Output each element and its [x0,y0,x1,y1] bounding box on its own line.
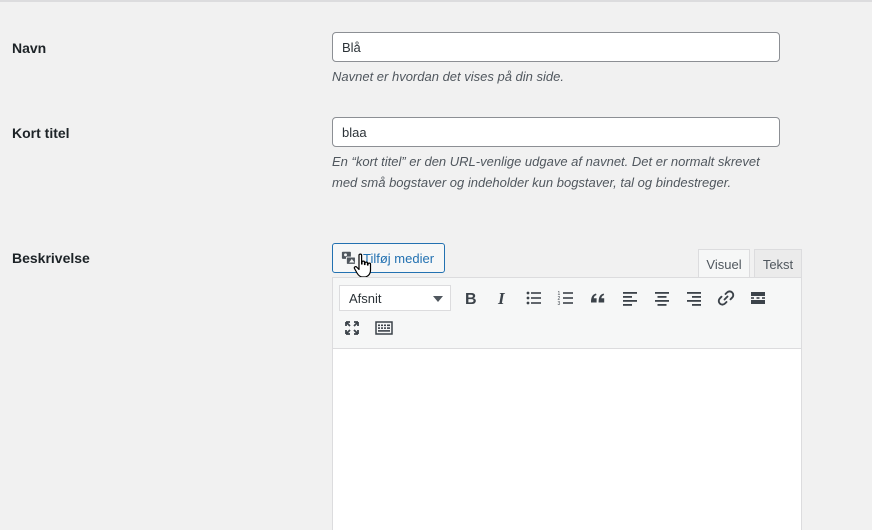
tab-text[interactable]: Tekst [754,249,802,278]
italic-icon: I [497,289,506,307]
fullscreen-icon [345,321,359,335]
blockquote-button[interactable] [585,285,611,311]
align-left-icon [623,292,637,306]
align-left-button[interactable] [617,285,643,311]
svg-text:B: B [465,291,477,307]
top-divider [0,0,872,2]
align-right-button[interactable] [681,285,707,311]
numbered-list-icon: 1 2 3 [558,291,573,307]
svg-text:3: 3 [558,301,561,307]
format-select[interactable]: Afsnit [339,285,451,311]
slug-input[interactable] [332,117,780,147]
add-media-button[interactable]: Tilføj medier [332,243,445,273]
insert-link-button[interactable] [713,285,739,311]
bulleted-list-icon [526,291,541,305]
italic-button[interactable]: I [489,285,515,311]
toolbar-toggle-icon [375,321,393,335]
fullscreen-button[interactable] [339,315,365,341]
svg-text:I: I [497,289,506,307]
numbered-list-button[interactable]: 1 2 3 [553,285,579,311]
bold-icon: B [465,291,477,307]
toolbar-toggle-button[interactable] [371,315,397,341]
read-more-button[interactable] [745,285,771,311]
hand-cursor-icon [353,253,375,279]
blockquote-icon [591,293,605,303]
bulleted-list-button[interactable] [521,285,547,311]
read-more-icon [751,292,765,304]
chevron-down-icon [433,296,443,302]
description-label: Beskrivelse [12,250,90,266]
format-select-value: Afsnit [349,290,382,306]
name-description: Navnet er hvordan det vises på din side. [332,69,564,84]
name-label: Navn [12,40,47,56]
align-center-button[interactable] [649,285,675,311]
align-center-icon [655,292,669,306]
slug-label: Kort titel [12,125,70,141]
bold-button[interactable]: B [457,285,483,311]
editor-toolbar: Afsnit B I 1 2 3 [332,277,802,349]
editor-content-area[interactable] [332,349,802,530]
align-right-icon [687,292,701,306]
slug-description: En “kort titel” er den URL-venlige udgav… [332,154,760,190]
link-icon [717,290,735,306]
tab-visual[interactable]: Visuel [698,249,750,278]
name-input[interactable] [332,32,780,62]
